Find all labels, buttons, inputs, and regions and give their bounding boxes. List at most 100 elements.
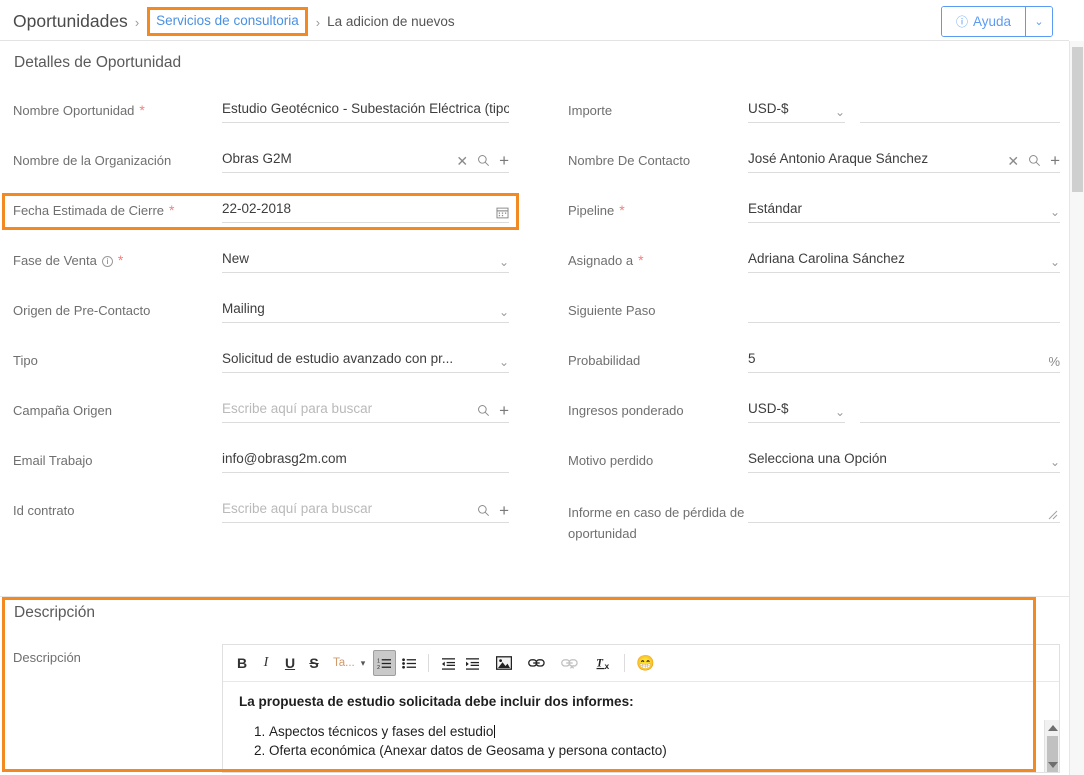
chevron-down-icon[interactable]: ⌄ (1050, 455, 1060, 469)
field-label: Informe en caso de pérdida de oportunida… (568, 505, 745, 541)
asignado-a-select[interactable]: Adriana Carolina Sánchez ⌄ (748, 246, 1060, 273)
field-label: Importe (568, 103, 613, 118)
informe-perdida-textarea[interactable] (748, 488, 1060, 523)
page-scrollbar[interactable] (1069, 41, 1084, 775)
description-list: Aspectos técnicos y fases del estudio Of… (269, 722, 1043, 760)
help-label: Ayuda (972, 14, 1011, 29)
field-row-nombre-de-contacto: Nombre De Contacto José Antonio Araque S… (0, 146, 1069, 196)
page-scrollbar-thumb[interactable] (1072, 47, 1083, 192)
help-control: ⓘ Ayuda ⌄ (940, 6, 1053, 37)
clear-icon[interactable]: ✕ (1007, 154, 1019, 168)
italic-button[interactable]: I (255, 650, 277, 676)
chevron-down-icon[interactable]: ⌄ (1050, 255, 1060, 269)
indent-icon (465, 657, 480, 670)
question-circle-icon: ⓘ (955, 15, 968, 29)
emoji-button[interactable]: 😁 (633, 650, 658, 676)
clear-format-button[interactable]: T x (593, 650, 616, 676)
insert-image-button[interactable] (493, 650, 515, 676)
breadcrumb-link-highlight: Servicios de consultoria (147, 6, 308, 36)
importe-amount-input[interactable] (860, 96, 1060, 123)
list-item: Oferta económica (Anexar datos de Geosam… (269, 741, 1043, 760)
scroll-up-arrow-icon[interactable] (1048, 725, 1058, 731)
field-adornments: ⌄ (1050, 255, 1060, 269)
motivo-perdido-select[interactable]: Selecciona una Opción ⌄ (748, 446, 1060, 473)
field-row-asignado-a: Asignado a * Adriana Carolina Sánchez ⌄ (0, 246, 1069, 296)
siguiente-paso-input[interactable] (748, 296, 1060, 323)
section-divider (0, 596, 1069, 597)
breadcrumb-separator-2: › (315, 14, 321, 30)
text-cursor (494, 725, 496, 738)
field-adornments: ⌄ (1050, 455, 1060, 469)
search-icon[interactable] (1028, 154, 1041, 167)
required-marker: * (638, 252, 644, 268)
unlink-button (558, 650, 581, 676)
toolbar-divider (428, 654, 430, 672)
breadcrumb-root[interactable]: Oportunidades (13, 11, 128, 32)
ordered-list-button[interactable]: 1 2 (373, 650, 397, 676)
description-editor-body[interactable]: La propuesta de estudio solicitada debe … (223, 682, 1059, 772)
field-adornments: ✕ + (1007, 152, 1060, 169)
details-section-title: Detalles de Oportunidad (14, 54, 182, 71)
scroll-down-arrow-icon[interactable] (1048, 762, 1058, 768)
svg-text:2: 2 (377, 665, 380, 670)
field-adornments: % (1048, 354, 1060, 369)
field-row-ingresos-ponderado: Ingresos ponderado USD-$ ⌄ (0, 396, 1069, 446)
bold-button[interactable]: B (231, 650, 253, 676)
field-label: Asignado a * (568, 252, 644, 268)
help-button[interactable]: ⓘ Ayuda (941, 7, 1025, 36)
chevron-down-icon[interactable]: ⌄ (1050, 205, 1060, 219)
link-icon (528, 657, 545, 669)
percent-suffix: % (1048, 354, 1060, 369)
outdent-icon (441, 657, 456, 670)
editor-scrollbar[interactable] (1044, 720, 1059, 772)
svg-text:1: 1 (377, 658, 380, 664)
add-icon[interactable]: + (1050, 152, 1060, 169)
importe-currency-select[interactable]: USD-$ ⌄ (748, 96, 845, 123)
breadcrumb-link[interactable]: Servicios de consultoria (156, 13, 299, 28)
list-item: Aspectos técnicos y fases del estudio (269, 722, 1043, 741)
underline-button[interactable]: U (279, 650, 301, 676)
field-adornments: ⌄ (835, 405, 845, 419)
ingresos-ponderado-currency-select[interactable]: USD-$ ⌄ (748, 396, 845, 423)
breadcrumb: Oportunidades › Servicios de consultoria… (13, 6, 455, 36)
svg-text:T: T (596, 657, 604, 669)
field-row-pipeline: Pipeline * Estándar ⌄ (0, 196, 1069, 246)
bullet-list-icon (401, 657, 417, 670)
chevron-down-icon: ▾ (360, 657, 366, 668)
field-adornments: ⌄ (1050, 205, 1060, 219)
outdent-button[interactable] (437, 650, 459, 676)
field-label: Pipeline * (568, 202, 625, 218)
font-size-select[interactable]: Ta... ▾ (327, 650, 371, 676)
probabilidad-input[interactable]: 5 % (748, 346, 1060, 373)
field-row-siguiente-paso: Siguiente Paso (0, 296, 1069, 346)
bullet-list-button[interactable] (398, 650, 420, 676)
chevron-down-icon[interactable]: ⌄ (835, 105, 845, 119)
help-dropdown-toggle[interactable]: ⌄ (1025, 7, 1052, 36)
clear-format-icon: T x (596, 656, 613, 671)
field-label: Siguiente Paso (568, 303, 656, 318)
field-row-informe-perdida: Informe en caso de pérdida de oportunida… (0, 496, 1069, 566)
breadcrumb-separator-1: › (134, 14, 140, 30)
editor-toolbar: B I U S Ta... ▾ 1 2 T x 😁 (223, 645, 1059, 682)
svg-text:x: x (605, 661, 610, 671)
resize-handle-icon[interactable] (1048, 510, 1058, 520)
description-heading: La propuesta de estudio solicitada debe … (239, 694, 634, 709)
field-label: Ingresos ponderado (568, 403, 684, 418)
indent-button[interactable] (461, 650, 483, 676)
pipeline-select[interactable]: Estándar ⌄ (748, 196, 1060, 223)
chevron-down-icon: ⌄ (1034, 16, 1044, 28)
strikethrough-button[interactable]: S (303, 650, 325, 676)
insert-link-button[interactable] (525, 650, 548, 676)
required-marker: * (619, 202, 625, 218)
description-field-label: Descripción (13, 650, 81, 665)
emoji-icon: 😁 (636, 654, 655, 672)
top-bar: Oportunidades › Servicios de consultoria… (0, 0, 1069, 41)
description-section-title: Descripción (14, 604, 95, 621)
ingresos-ponderado-amount-input[interactable] (860, 396, 1060, 423)
chevron-down-icon[interactable]: ⌄ (835, 405, 845, 419)
field-row-importe: Importe USD-$ ⌄ (0, 96, 1069, 146)
nombre-de-contacto-input[interactable]: José Antonio Araque Sánchez ✕ + (748, 146, 1060, 173)
breadcrumb-current: La adicion de nuevos (327, 13, 455, 29)
unlink-icon (561, 657, 578, 669)
toolbar-divider (624, 654, 626, 672)
